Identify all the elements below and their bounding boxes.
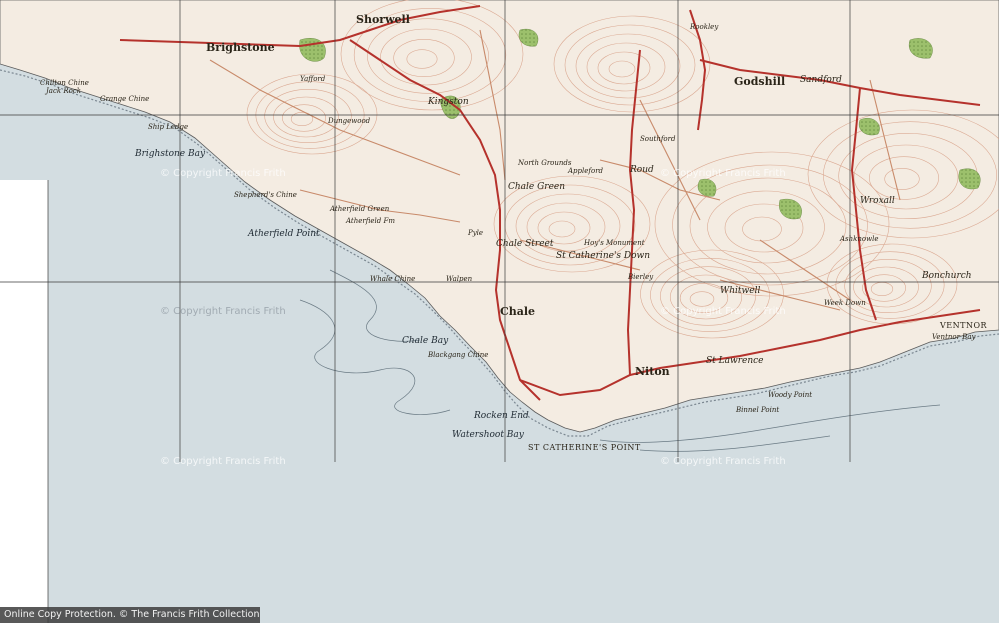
label-rookley: Rookley (690, 23, 719, 31)
label-hoy-monument: Hoy's Monument (584, 239, 645, 247)
label-chale-bay: Chale Bay (402, 336, 449, 346)
label-rocken-end: Rocken End (474, 411, 529, 421)
label-pyle: Pyle (468, 229, 484, 237)
label-woody-point: Woody Point (768, 391, 813, 399)
label-chale-green: Chale Green (508, 182, 566, 192)
label-southford: Southford (640, 135, 676, 143)
label-blackgang-chine: Blackgang Chine (428, 351, 489, 359)
label-shorwell: Shorwell (356, 13, 410, 26)
watermark-4: © Copyright Francis Frith (660, 306, 786, 317)
label-jack-rock: Jack Rock (46, 87, 82, 95)
watermark-1: © Copyright Francis Frith (160, 168, 286, 179)
label-chale-street: Chale Street (496, 239, 554, 249)
watermark-6: © Copyright Francis Frith (660, 456, 786, 467)
label-yafford: Yafford (300, 75, 326, 83)
label-grange-chine: Grange Chine (100, 95, 150, 103)
copyright-footer: Online Copy Protection. © The Francis Fr… (0, 607, 260, 623)
label-kingston: Kingston (428, 97, 469, 107)
label-niton: Niton (635, 365, 670, 378)
label-week-down: Week Down (824, 299, 866, 307)
label-ashknowle: Ashknowle (840, 235, 879, 243)
label-chale: Chale (500, 305, 536, 318)
label-atherfield-farm: Atherfield Fm (346, 217, 395, 225)
label-brighstone: Brighstone (206, 41, 275, 54)
label-shepherds-chine: Shepherd's Chine (234, 191, 297, 199)
label-walpen: Walpen (446, 275, 473, 283)
label-st-catherines-point: ST CATHERINE'S POINT (528, 443, 641, 452)
label-chilton-chine: Chilton Chine (40, 79, 89, 87)
map-margin-strip (0, 180, 48, 623)
label-st-lawrence: St Lawrence (706, 356, 764, 366)
map-view[interactable]: Shorwell Brighstone Kingston Godshill Sa… (0, 0, 999, 623)
label-whale-chine: Whale Chine (370, 275, 416, 283)
label-roud: Roud (630, 165, 654, 175)
label-bierley: Bierley (628, 273, 654, 281)
label-atherfield-point: Atherfield Point (248, 229, 320, 239)
label-wroxall: Wroxall (860, 196, 895, 206)
label-dungewood: Dungewood (328, 117, 371, 125)
label-appleford: Appleford (568, 167, 604, 175)
label-north-grounds: North Grounds (518, 159, 572, 167)
label-ship-ledge: Ship Ledge (148, 123, 189, 131)
label-ventnor: VENTNOR (940, 321, 988, 330)
label-sandford: Sandford (800, 75, 842, 85)
label-binnel-point: Binnel Point (736, 406, 780, 414)
label-ventnor-bay: Ventnor Bay (932, 333, 976, 341)
label-godshill: Godshill (734, 75, 786, 88)
label-bonchurch: Bonchurch (922, 271, 972, 281)
watermark-3: © Copyright Francis Frith (160, 306, 286, 317)
label-watershoot-bay: Watershoot Bay (452, 430, 524, 440)
watermark-5: © Copyright Francis Frith (160, 456, 286, 467)
label-brighstone-bay: Brighstone Bay (135, 149, 206, 159)
label-st-catherines-down: St Catherine's Down (556, 251, 651, 261)
label-whitwell: Whitwell (720, 286, 761, 296)
watermark-2: © Copyright Francis Frith (660, 168, 786, 179)
label-atherfield-green: Atherfield Green (330, 205, 390, 213)
